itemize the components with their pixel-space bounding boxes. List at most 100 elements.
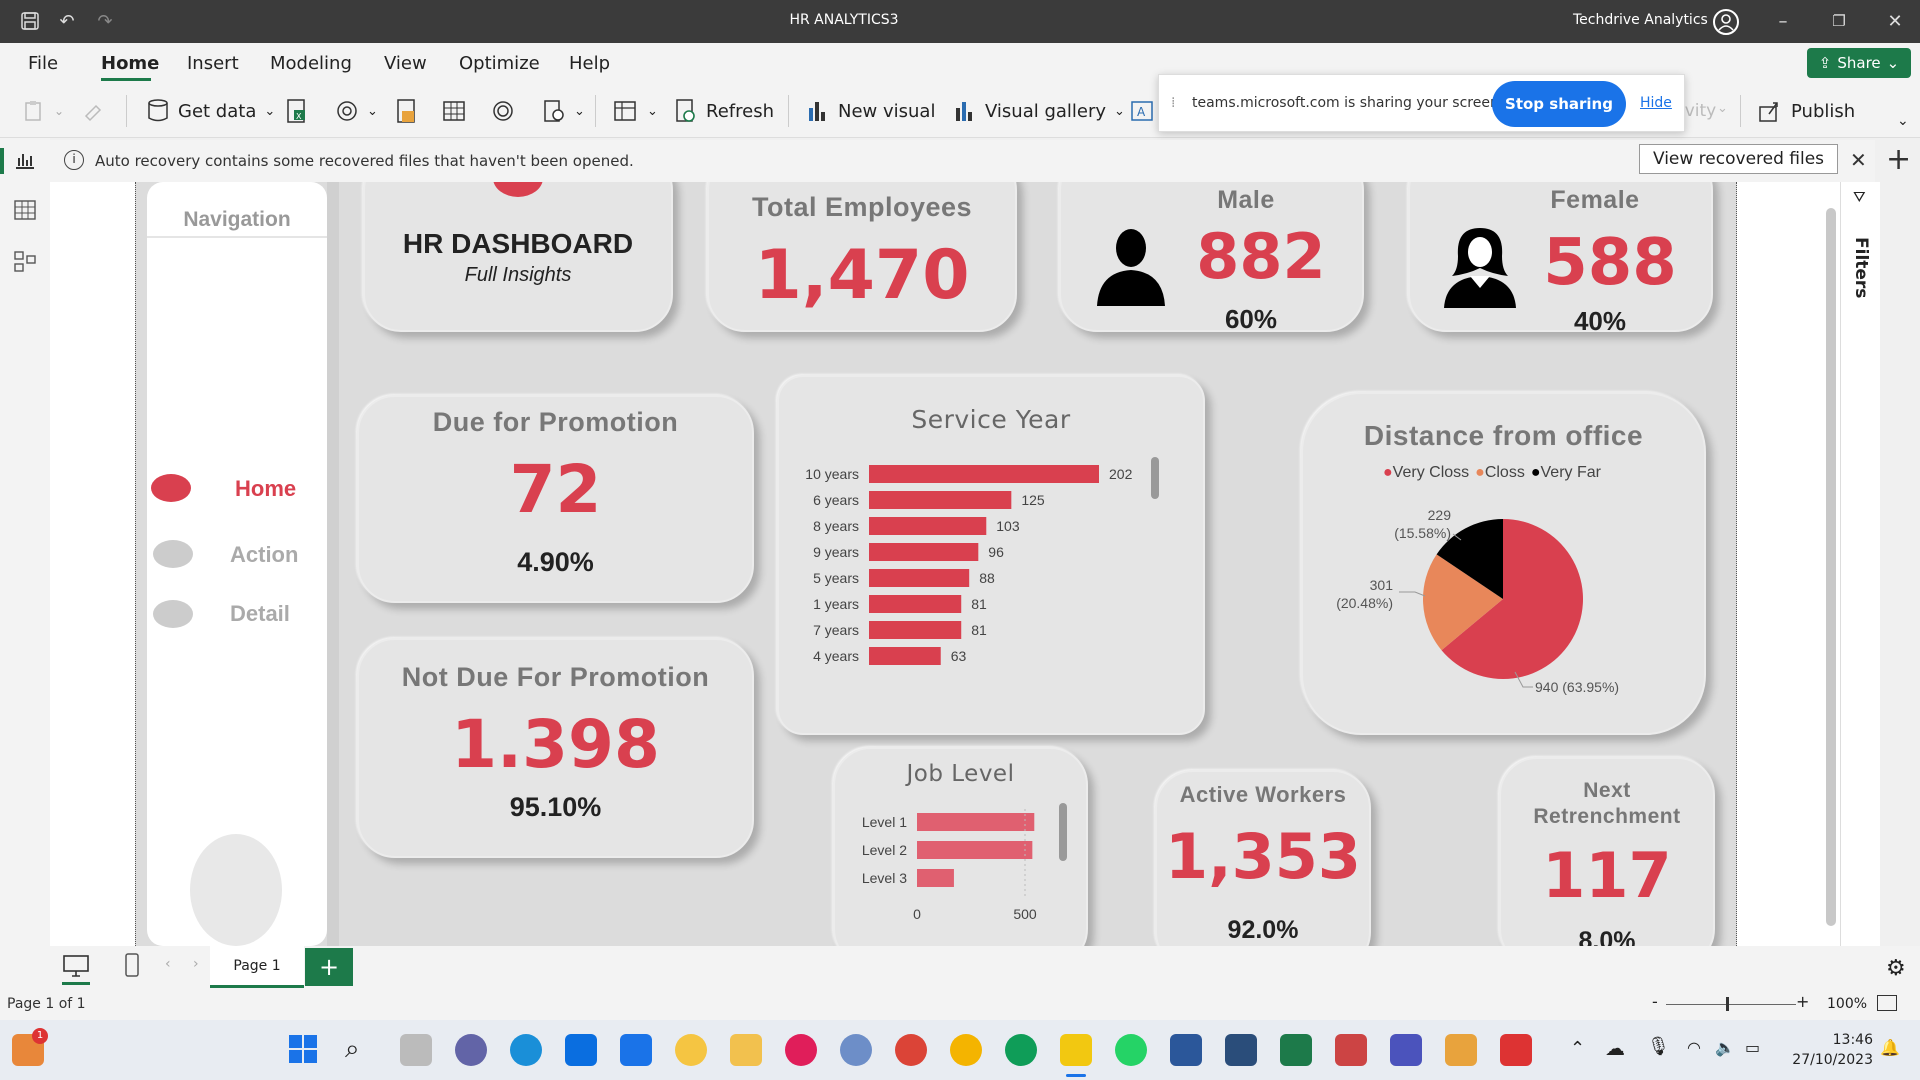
myhp-icon[interactable]: [620, 1034, 652, 1066]
menu-home[interactable]: Home: [101, 53, 159, 74]
minimize-icon[interactable]: –: [1772, 10, 1794, 32]
add-icon[interactable]: +: [1886, 142, 1911, 177]
share-button[interactable]: ⇪ Share ⌄: [1807, 48, 1911, 78]
service-year-bar[interactable]: [869, 647, 941, 665]
get-data-button[interactable]: Get data ⌄: [146, 97, 275, 125]
refresh-button[interactable]: Refresh: [674, 97, 774, 125]
chrome-icon[interactable]: [895, 1034, 927, 1066]
menu-modeling[interactable]: Modeling: [270, 53, 352, 74]
zoom-out-icon[interactable]: -: [1652, 992, 1658, 1011]
tips-icon[interactable]: [675, 1034, 707, 1066]
clock-time[interactable]: 13:46: [1793, 1032, 1873, 1048]
service-year-bar[interactable]: [869, 569, 970, 587]
recent-sources-icon[interactable]: ⌄: [542, 97, 585, 125]
service-year-bar[interactable]: [869, 517, 987, 535]
new-visual-button[interactable]: New visual: [806, 97, 935, 125]
peoplesoft-icon[interactable]: [1500, 1034, 1532, 1066]
stop-sharing-button[interactable]: Stop sharing: [1492, 81, 1626, 127]
account-avatar-icon[interactable]: [1713, 9, 1739, 35]
wifi-icon[interactable]: ◠: [1687, 1038, 1701, 1057]
filters-pane[interactable]: ⛛ Filters: [1840, 182, 1880, 946]
clock-date[interactable]: 27/10/2023: [1773, 1052, 1873, 1068]
microphone-icon[interactable]: 🎙: [1647, 1036, 1670, 1057]
service-year-bar[interactable]: [869, 543, 979, 561]
sql-server-icon[interactable]: [395, 97, 417, 125]
close-icon[interactable]: ✕: [1884, 10, 1906, 32]
settings-gear-icon[interactable]: ⚙: [1886, 956, 1906, 981]
canvas-scrollbar[interactable]: [1826, 208, 1836, 926]
chrome-profile-icon[interactable]: [950, 1034, 982, 1066]
file-explorer-icon[interactable]: [730, 1034, 762, 1066]
teams-icon[interactable]: [1390, 1034, 1422, 1066]
word-icon[interactable]: [1170, 1034, 1202, 1066]
windows-start-icon[interactable]: [288, 1034, 318, 1068]
zoom-slider-thumb[interactable]: [1726, 997, 1729, 1011]
chrome-alt-icon[interactable]: [1005, 1034, 1037, 1066]
slack-icon[interactable]: [785, 1034, 817, 1066]
vscode-icon[interactable]: [1225, 1034, 1257, 1066]
view-recovered-files-button[interactable]: View recovered files: [1639, 144, 1838, 174]
snipping-tool-icon[interactable]: [1335, 1034, 1367, 1066]
service-year-bar[interactable]: [869, 621, 962, 639]
publish-button[interactable]: Publish: [1757, 97, 1855, 125]
menu-view[interactable]: View: [384, 53, 427, 74]
dataverse-icon[interactable]: ⌄: [335, 97, 378, 125]
r-app-icon[interactable]: [840, 1034, 872, 1066]
search-icon[interactable]: ⌕: [345, 1034, 360, 1065]
zoom-slider[interactable]: [1666, 1004, 1796, 1005]
next-page-icon[interactable]: ›: [193, 956, 199, 972]
prev-page-icon[interactable]: ‹: [165, 956, 171, 972]
zoom-in-icon[interactable]: +: [1796, 992, 1809, 1011]
teams-chat-icon[interactable]: [455, 1034, 487, 1066]
action-nav-dot[interactable]: [153, 540, 193, 568]
home-nav-dot[interactable]: [151, 474, 191, 502]
service-year-bar[interactable]: [869, 465, 1099, 483]
service-year-scrollbar[interactable]: [1151, 457, 1159, 499]
edge-browser-icon[interactable]: [510, 1034, 542, 1066]
close-notice-icon[interactable]: ✕: [1850, 148, 1867, 172]
speaker-icon[interactable]: 🔈: [1715, 1038, 1735, 1057]
transform-data-icon[interactable]: ⌄: [613, 97, 658, 125]
add-page-button[interactable]: +: [305, 948, 353, 986]
job-level-scrollbar[interactable]: [1059, 803, 1067, 861]
power-bi-icon[interactable]: [1060, 1034, 1092, 1066]
chevron-up-icon[interactable]: ⌃: [1570, 1038, 1585, 1059]
job-level-bar[interactable]: [917, 869, 954, 887]
onedrive-icon[interactable]: ☁: [1605, 1036, 1625, 1060]
restore-icon[interactable]: ❐: [1828, 10, 1850, 32]
tools-icon[interactable]: [1445, 1034, 1477, 1066]
desktop-layout-icon[interactable]: [62, 954, 90, 982]
visual-gallery-button[interactable]: Visual gallery ⌄: [953, 97, 1125, 125]
task-view-icon[interactable]: [400, 1034, 432, 1066]
format-painter-icon[interactable]: [82, 97, 108, 125]
store-icon[interactable]: [565, 1034, 597, 1066]
enter-data-icon[interactable]: [442, 97, 466, 125]
dataverse-link-icon[interactable]: [490, 97, 516, 125]
notifications-bell-icon[interactable]: 🔔: [1880, 1038, 1900, 1057]
collapse-ribbon-icon[interactable]: ⌄: [1897, 113, 1909, 129]
job-level-bar[interactable]: [917, 813, 1035, 831]
whatsapp-icon[interactable]: [1115, 1034, 1147, 1066]
table-view-icon[interactable]: [14, 200, 36, 224]
mobile-layout-icon[interactable]: [124, 952, 140, 982]
excel-icon[interactable]: [1280, 1034, 1312, 1066]
text-box-icon[interactable]: A: [1130, 97, 1154, 125]
detail-nav-dot[interactable]: [153, 600, 193, 628]
drag-handle-icon[interactable]: ⁞: [1171, 95, 1175, 111]
page-1-tab[interactable]: Page 1: [210, 946, 304, 988]
detail-nav-label[interactable]: Detail: [230, 601, 290, 627]
menu-optimize[interactable]: Optimize: [459, 53, 540, 74]
battery-icon[interactable]: ▭: [1745, 1038, 1760, 1057]
menu-file[interactable]: File: [28, 53, 58, 74]
menu-help[interactable]: Help: [569, 53, 610, 74]
hide-link[interactable]: Hide: [1640, 95, 1672, 111]
service-year-bar[interactable]: [869, 595, 962, 613]
paste-button[interactable]: ⌄: [22, 97, 64, 125]
excel-workbook-icon[interactable]: X: [285, 97, 309, 125]
model-view-icon[interactable]: [14, 250, 36, 276]
report-view-icon[interactable]: [14, 150, 36, 174]
action-nav-label[interactable]: Action: [230, 542, 298, 568]
home-nav-label[interactable]: Home: [235, 476, 296, 502]
fit-to-page-icon[interactable]: [1877, 995, 1897, 1011]
service-year-bar[interactable]: [869, 491, 1012, 509]
